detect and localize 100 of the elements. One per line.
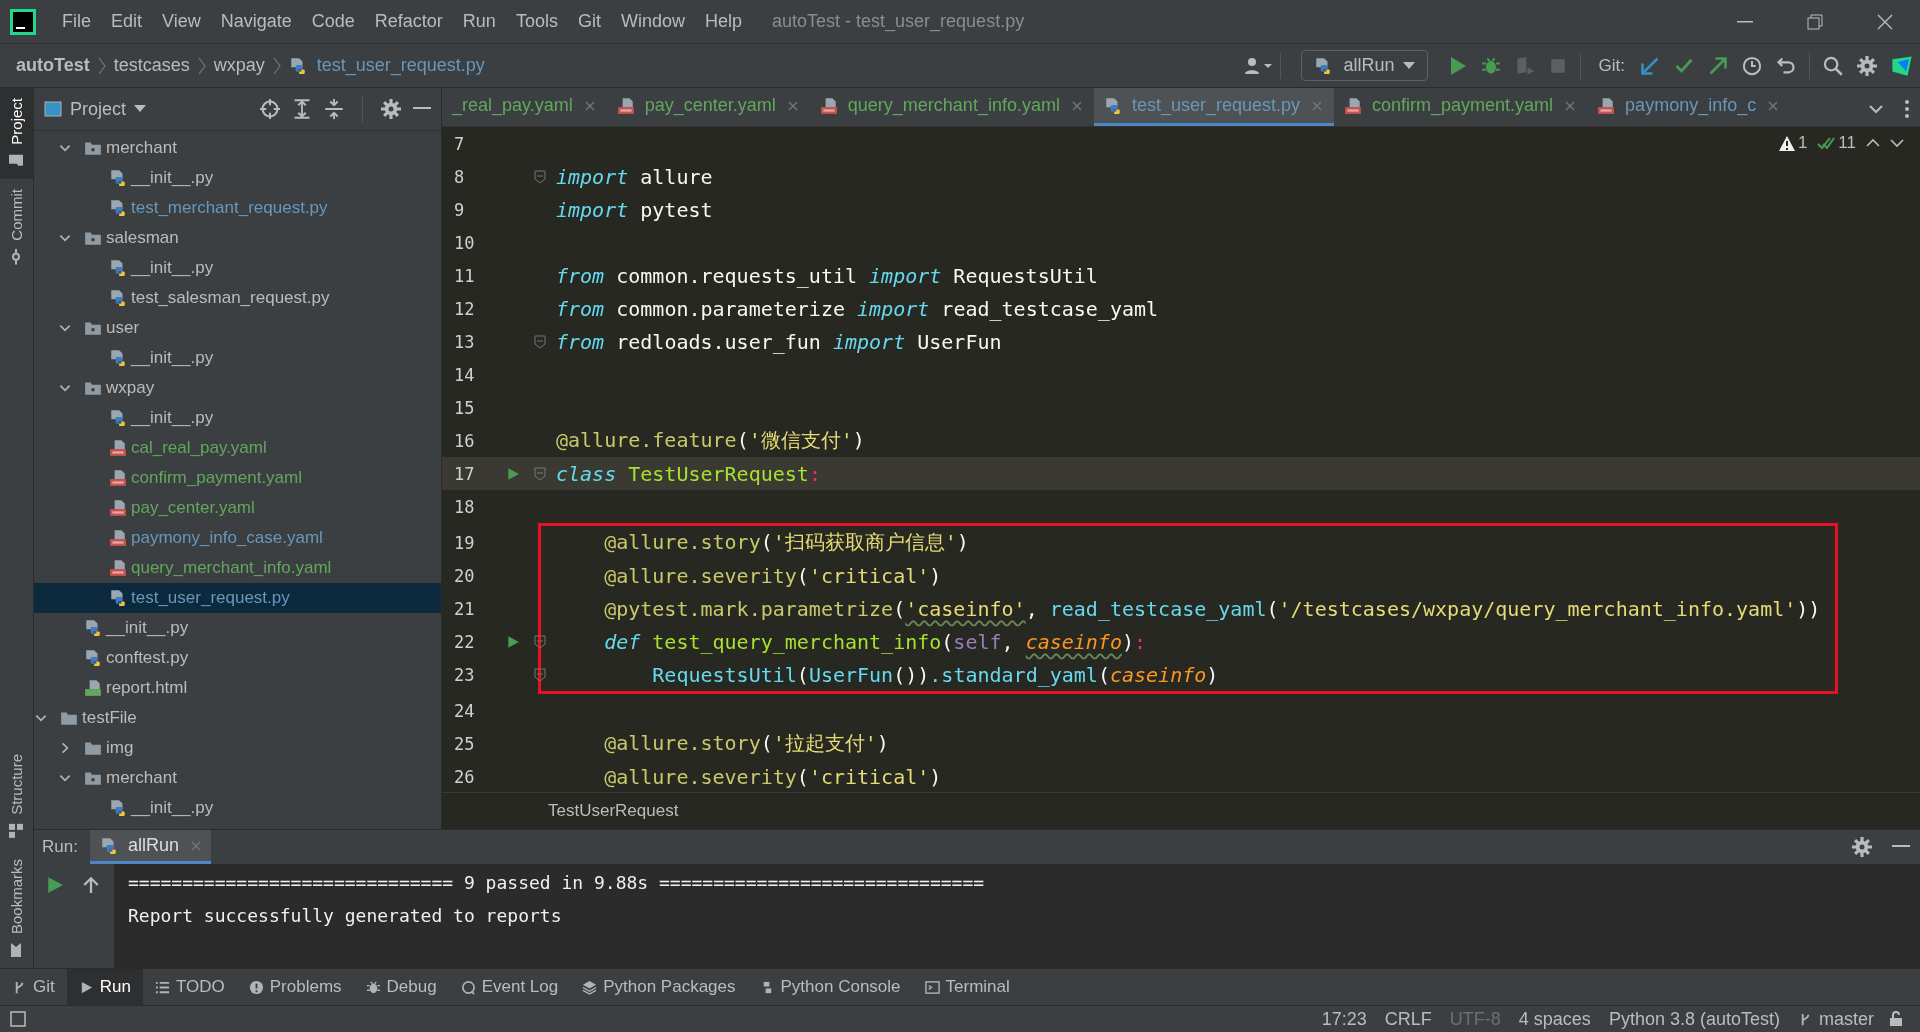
menu-item[interactable]: Code xyxy=(301,11,365,32)
tree-item[interactable]: testFile xyxy=(34,703,441,733)
status-item[interactable]: master xyxy=(1798,1008,1874,1030)
clock-icon[interactable] xyxy=(1742,55,1762,76)
bug-icon[interactable] xyxy=(1480,55,1501,76)
tree-item[interactable]: confirm_payment.yaml xyxy=(34,463,441,493)
side-tab[interactable]: Bookmarks xyxy=(0,848,33,968)
tool-window-tab[interactable]: Python Packages xyxy=(570,969,748,1005)
tree-item[interactable]: __init__.py xyxy=(34,163,441,193)
tool-window-tab[interactable]: Event Log xyxy=(448,969,571,1005)
tree-item[interactable]: merchant xyxy=(34,763,441,793)
menu-item[interactable]: Git xyxy=(567,11,611,32)
fold-icon[interactable] xyxy=(534,634,546,649)
tree-item[interactable]: query_merchant_info.yaml xyxy=(34,553,441,583)
chevron-down-icon[interactable] xyxy=(1890,138,1904,148)
settings-icon[interactable] xyxy=(381,99,401,119)
tree-item[interactable]: img xyxy=(34,733,441,763)
run-icon[interactable] xyxy=(506,634,520,649)
tree-item[interactable]: pay_center.yaml xyxy=(34,493,441,523)
tool-window-tab[interactable]: Terminal xyxy=(912,969,1022,1005)
tree-item[interactable]: salesman xyxy=(34,223,441,253)
undo-icon[interactable] xyxy=(1776,55,1796,76)
panel-toggle-icon[interactable] xyxy=(10,1011,26,1027)
line-number: 15 xyxy=(453,397,476,418)
crosshair-icon[interactable] xyxy=(260,99,280,119)
minimize-icon[interactable] xyxy=(1892,845,1910,849)
run-config-dropdown[interactable]: allRun xyxy=(1300,50,1428,81)
tree-item[interactable]: merchant xyxy=(34,133,441,163)
chevron-up-icon[interactable] xyxy=(1866,138,1880,148)
fold-icon[interactable] xyxy=(534,169,546,184)
plugin-logo-icon[interactable] xyxy=(1891,54,1913,77)
check-count[interactable]: 11 xyxy=(1817,133,1856,153)
menu-item[interactable]: Window xyxy=(610,11,695,32)
arrow-down-left-icon[interactable] xyxy=(1640,55,1660,76)
fold-icon[interactable] xyxy=(534,667,546,682)
tool-window-tab[interactable]: Python Console xyxy=(747,969,913,1005)
editor-tab[interactable]: _real_pay.yaml xyxy=(442,88,607,126)
tree-item[interactable]: __init__.py xyxy=(34,343,441,373)
menu-item[interactable]: Help xyxy=(694,11,752,32)
breadcrumb[interactable]: wxpay xyxy=(213,55,265,76)
tree-item[interactable]: report.html xyxy=(34,673,441,703)
minimize-icon[interactable] xyxy=(413,107,431,111)
minimize-icon[interactable] xyxy=(1737,20,1753,23)
tree-item[interactable]: conftest.py xyxy=(34,643,441,673)
fold-icon[interactable] xyxy=(534,334,546,349)
tree-item[interactable]: cal_real_pay.yaml xyxy=(34,433,441,463)
folder-icon xyxy=(84,229,102,247)
run-icon[interactable] xyxy=(46,876,64,894)
tool-window-tab[interactable]: TODO xyxy=(142,969,237,1005)
restore-icon[interactable] xyxy=(1807,13,1823,30)
editor-tab[interactable]: confirm_payment.yaml xyxy=(1334,88,1588,126)
editor-tab[interactable]: query_merchant_info.yaml xyxy=(809,88,1094,126)
tool-window-tab[interactable]: Debug xyxy=(353,969,449,1005)
menu-item[interactable]: Tools xyxy=(505,11,568,32)
side-tab[interactable]: Structure xyxy=(0,744,33,849)
code-breadcrumb[interactable]: TestUserRequest xyxy=(548,801,679,821)
menu-item[interactable]: Refactor xyxy=(364,11,453,32)
search-icon[interactable] xyxy=(1823,55,1843,76)
menu-item[interactable]: Edit xyxy=(101,11,153,32)
editor-tab[interactable]: pay_center.yaml xyxy=(606,88,810,126)
run-tab[interactable]: allRun xyxy=(89,830,211,864)
status-item[interactable]: CRLF xyxy=(1384,1008,1432,1030)
side-tab[interactable]: Commit xyxy=(0,178,33,275)
status-item[interactable]: 17:23 xyxy=(1321,1008,1367,1030)
breadcrumb[interactable]: testcases xyxy=(113,55,190,76)
tool-window-tab[interactable]: Run xyxy=(66,969,143,1005)
menu-item[interactable]: File xyxy=(52,11,101,32)
breadcrumb[interactable]: autoTest xyxy=(16,55,90,76)
tree-item[interactable]: test_merchant_request.py xyxy=(34,193,441,223)
warning-count[interactable]: 1 xyxy=(1778,133,1808,153)
collapse-all-icon[interactable] xyxy=(324,99,344,119)
tree-item[interactable]: __init__.py xyxy=(34,253,441,283)
close-icon[interactable] xyxy=(1877,13,1893,30)
menu-item[interactable]: Run xyxy=(452,11,506,32)
tree-item[interactable]: __init__.py xyxy=(34,403,441,433)
settings-icon[interactable] xyxy=(1857,55,1877,76)
user-icon[interactable] xyxy=(1243,55,1274,76)
status-item[interactable]: Python 3.8 (autoTest) xyxy=(1608,1008,1780,1030)
menu-item[interactable]: View xyxy=(152,11,211,32)
tool-window-tab[interactable]: Git xyxy=(0,969,67,1005)
tree-item[interactable]: user xyxy=(34,313,441,343)
tree-item[interactable]: __init__.py xyxy=(34,793,441,823)
tree-item[interactable]: test_salesman_request.py xyxy=(34,283,441,313)
tool-window-tab[interactable]: Problems xyxy=(236,969,354,1005)
expand-all-icon[interactable] xyxy=(292,99,312,119)
run-icon[interactable] xyxy=(506,466,520,481)
settings-icon[interactable] xyxy=(1852,837,1872,857)
status-item[interactable]: 4 spaces xyxy=(1518,1008,1591,1030)
tree-item[interactable]: test_user_request.py xyxy=(34,583,441,613)
tree-item[interactable]: __init__.py xyxy=(34,613,441,643)
side-tab[interactable]: Project xyxy=(0,88,33,179)
tree-item[interactable]: paymony_info_case.yaml xyxy=(34,523,441,553)
breadcrumb[interactable]: test_user_request.py xyxy=(288,55,485,76)
tree-item[interactable]: wxpay xyxy=(34,373,441,403)
editor-tab[interactable]: paymony_info_c xyxy=(1587,88,1791,126)
menu-item[interactable]: Navigate xyxy=(210,11,302,32)
run-icon[interactable] xyxy=(1448,55,1467,76)
arrow-up-right-icon[interactable] xyxy=(1708,55,1728,76)
arrow-up-icon[interactable] xyxy=(82,876,100,894)
panel-title[interactable]: Project xyxy=(44,98,147,120)
